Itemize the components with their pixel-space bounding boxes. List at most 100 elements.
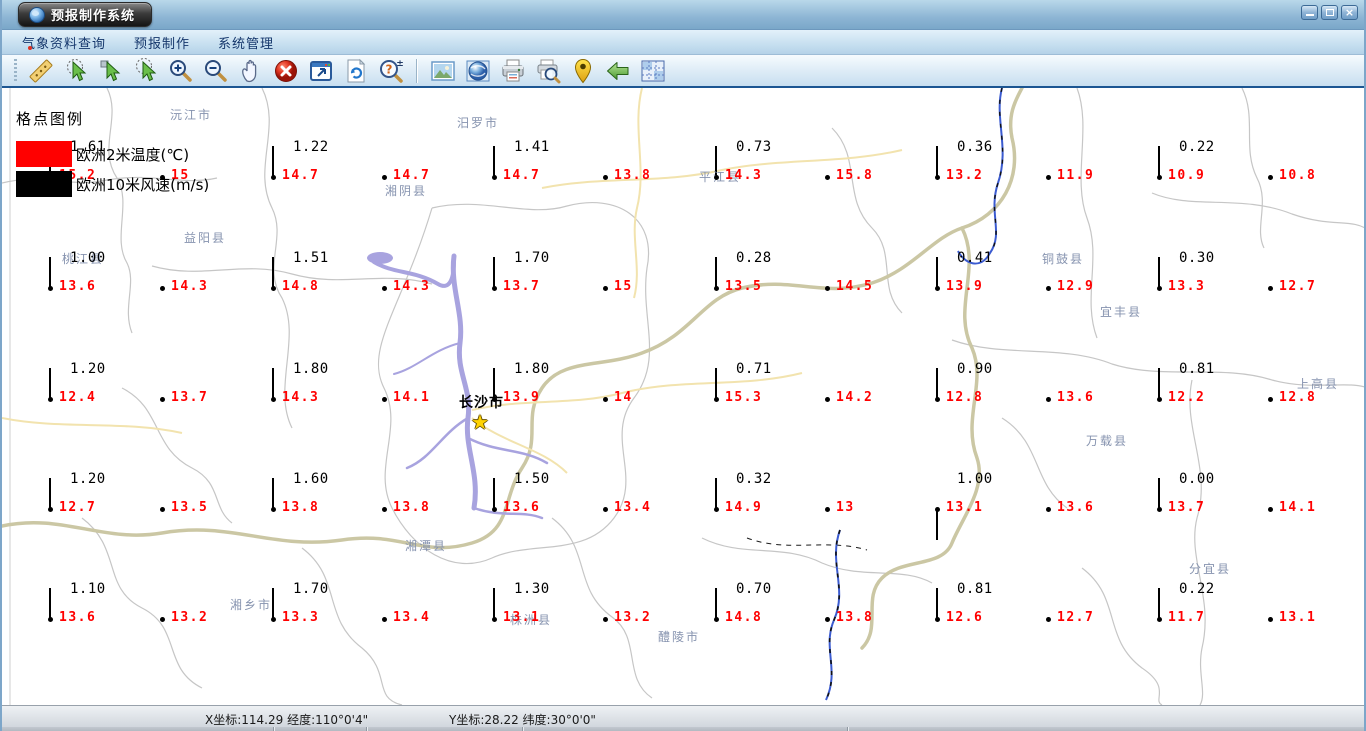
station-dot bbox=[714, 286, 719, 291]
close-button[interactable]: × bbox=[1341, 5, 1358, 20]
station-wind-speed: 1.30 bbox=[514, 581, 550, 597]
station-dot bbox=[271, 507, 276, 512]
station-temperature: 13.5 bbox=[725, 279, 763, 294]
select-area-icon[interactable] bbox=[132, 57, 159, 84]
status-y-coordinate: Y坐标:28.22 纬度:30°0'0" bbox=[449, 713, 596, 727]
station-wind-speed: 0.71 bbox=[736, 361, 772, 377]
station-temperature: 15.8 bbox=[836, 168, 874, 183]
print-icon[interactable] bbox=[499, 57, 526, 84]
map-canvas[interactable]: 15.2 1.61 15 14.7 1.22 14.7 14.7 1.41 13.8 14.3 0.… bbox=[2, 88, 1364, 705]
station-dot bbox=[603, 286, 608, 291]
station-temperature: 15 bbox=[614, 279, 633, 294]
wind-barb bbox=[493, 257, 495, 288]
station-temperature: 13.8 bbox=[393, 500, 431, 515]
station-dot bbox=[382, 397, 387, 402]
station-wind-speed: 0.00 bbox=[1179, 471, 1215, 487]
identify-zoom-icon[interactable]: ? ± bbox=[377, 57, 404, 84]
station-dot bbox=[271, 397, 276, 402]
station-dot bbox=[603, 617, 608, 622]
station-temperature: 13.7 bbox=[1168, 500, 1206, 515]
map-legend: 格点图例 欧洲2米温度(℃) 欧洲10米风速(m/s) bbox=[16, 108, 209, 199]
app-tab[interactable]: 预报制作系统 bbox=[18, 2, 153, 27]
station-temperature: 12.4 bbox=[59, 390, 97, 405]
marker-icon[interactable] bbox=[569, 57, 596, 84]
station-temperature: 13.6 bbox=[59, 610, 97, 625]
station-dot bbox=[603, 397, 608, 402]
back-icon[interactable] bbox=[604, 57, 631, 84]
wind-barb bbox=[272, 368, 274, 399]
station-temperature: 14.3 bbox=[725, 168, 763, 183]
restore-button[interactable] bbox=[1321, 5, 1338, 20]
station-temperature: 13.6 bbox=[59, 279, 97, 294]
wind-barb bbox=[715, 368, 717, 399]
station-temperature: 13.1 bbox=[1279, 610, 1317, 625]
station-wind-speed: 1.00 bbox=[70, 250, 106, 266]
status-x-coordinate: X坐标:114.29 经度:110°0'4" bbox=[205, 713, 369, 727]
zoom-out-icon[interactable] bbox=[202, 57, 229, 84]
station-temperature: 13.6 bbox=[503, 500, 541, 515]
wind-barb bbox=[493, 478, 495, 509]
map-label-city: 醴陵市 bbox=[658, 630, 701, 644]
menu-item-1[interactable]: 预报制作 bbox=[120, 33, 204, 52]
station-dot bbox=[1046, 175, 1051, 180]
station-temperature: 13.6 bbox=[1057, 500, 1095, 515]
station-wind-speed: 0.28 bbox=[736, 250, 772, 266]
map-label-city: 万载县 bbox=[1086, 434, 1129, 448]
station-temperature: 13.3 bbox=[282, 610, 320, 625]
station-temperature: 13.9 bbox=[946, 279, 984, 294]
station-dot bbox=[271, 617, 276, 622]
station-wind-speed: 1.80 bbox=[293, 361, 329, 377]
station-temperature: 13.1 bbox=[946, 500, 984, 515]
wind-barb bbox=[493, 146, 495, 177]
stop-icon[interactable] bbox=[272, 57, 299, 84]
minimize-button[interactable] bbox=[1301, 5, 1318, 20]
station-temperature: 13.8 bbox=[836, 610, 874, 625]
globe-logo-icon bbox=[29, 6, 45, 23]
station-dot bbox=[492, 286, 497, 291]
select-icon[interactable] bbox=[97, 57, 124, 84]
wind-barb bbox=[1158, 478, 1160, 509]
toolbar: ? ± bbox=[2, 55, 1364, 88]
station-dot bbox=[714, 507, 719, 512]
measure-icon[interactable] bbox=[27, 57, 54, 84]
select-point-icon[interactable] bbox=[62, 57, 89, 84]
legend-label: 欧洲10米风速(m/s) bbox=[76, 175, 210, 194]
menu-item-0[interactable]: 气象资料查询 bbox=[8, 33, 120, 52]
wind-barb bbox=[272, 478, 274, 509]
legend-item-0: 欧洲2米温度(℃) bbox=[16, 139, 209, 169]
wind-barb bbox=[715, 478, 717, 509]
station-temperature: 13.9 bbox=[503, 390, 541, 405]
window-export-icon[interactable] bbox=[307, 57, 334, 84]
toolbar-grip[interactable] bbox=[14, 58, 17, 83]
station-temperature: 12.7 bbox=[1057, 610, 1095, 625]
wind-barb bbox=[1158, 146, 1160, 177]
wind-barb bbox=[49, 368, 51, 399]
zoom-in-icon[interactable] bbox=[167, 57, 194, 84]
close-icon: × bbox=[1344, 6, 1355, 19]
globe-icon[interactable] bbox=[464, 57, 491, 84]
station-wind-speed: 1.20 bbox=[70, 361, 106, 377]
wind-barb bbox=[49, 588, 51, 619]
refresh-icon[interactable] bbox=[342, 57, 369, 84]
station-wind-speed: 1.20 bbox=[70, 471, 106, 487]
station-temperature: 10.8 bbox=[1279, 168, 1317, 183]
station-temperature: 13.8 bbox=[614, 168, 652, 183]
wind-barb bbox=[272, 588, 274, 619]
station-dot bbox=[492, 507, 497, 512]
station-temperature: 10.9 bbox=[1168, 168, 1206, 183]
pan-icon[interactable] bbox=[237, 57, 264, 84]
notification-dot bbox=[28, 46, 32, 50]
station-dot bbox=[1046, 617, 1051, 622]
grid-select-icon[interactable] bbox=[639, 57, 666, 84]
map-label-city: 汨罗市 bbox=[457, 116, 500, 130]
station-temperature: 15.3 bbox=[725, 390, 763, 405]
station-temperature: 11.7 bbox=[1168, 610, 1206, 625]
station-dot bbox=[825, 507, 830, 512]
menu-item-2[interactable]: 系统管理 bbox=[204, 33, 288, 52]
map-label-changsha: 长沙市 bbox=[459, 395, 504, 411]
print-preview-icon[interactable] bbox=[534, 57, 561, 84]
station-dot bbox=[382, 507, 387, 512]
station-wind-speed: 1.00 bbox=[957, 471, 993, 487]
image-icon[interactable] bbox=[429, 57, 456, 84]
station-temperature: 14.1 bbox=[393, 390, 431, 405]
